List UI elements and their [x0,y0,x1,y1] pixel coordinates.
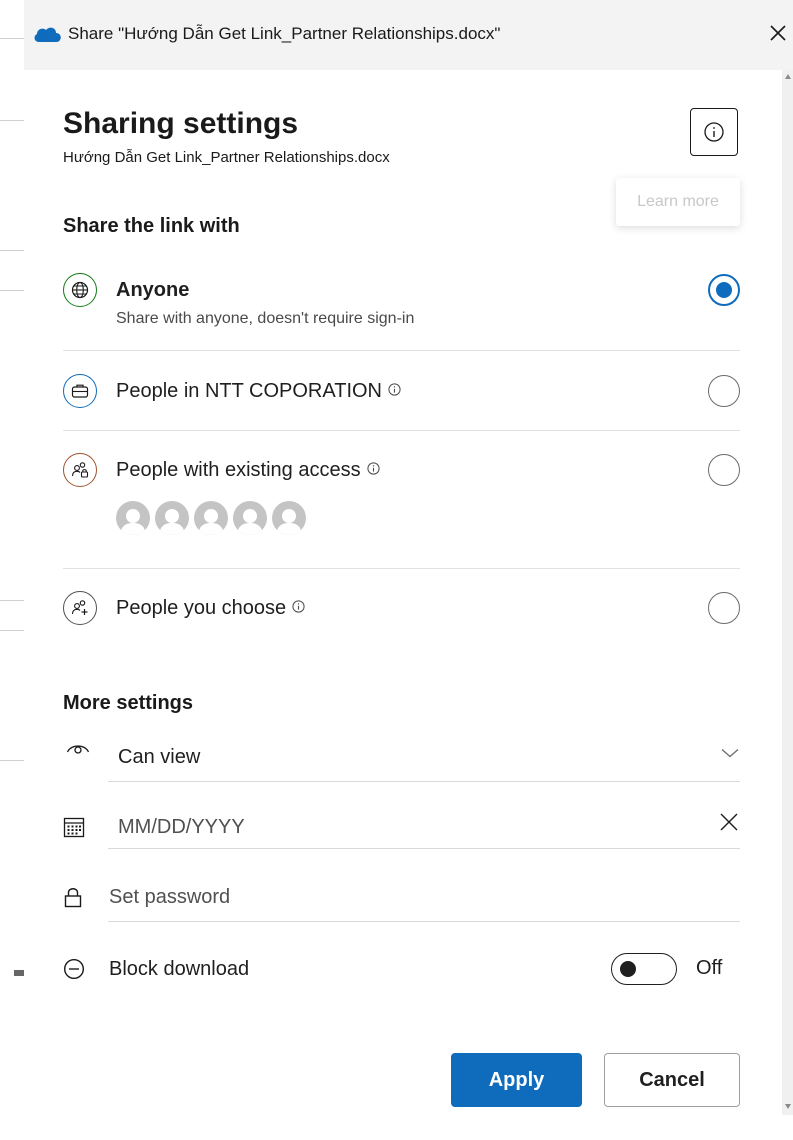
minus-circle-icon [63,958,85,980]
share-link-label: Share the link with [63,215,240,237]
bg-mark [14,970,24,976]
title-bar: Share "Hướng Dẫn Get Link_Partner Relati… [24,0,793,70]
option-organization-label: People in NTT COPORATION [116,380,382,402]
onedrive-cloud-icon [34,27,61,42]
tooltip-text: Learn more [637,193,719,210]
cancel-button[interactable]: Cancel [604,1053,740,1107]
password-placeholder: Set password [109,886,231,908]
option-anyone-title: Anyone [116,279,190,301]
avatar [194,501,228,535]
option-anyone[interactable]: Anyone Share with anyone, doesn't requir… [63,273,740,333]
scroll-up-arrow[interactable] [785,74,791,79]
radio-existing-access[interactable] [708,454,740,486]
option-organization[interactable]: People in NTT COPORATION [63,374,740,414]
expiration-date-placeholder: MM/DD/YYYY [118,816,245,838]
apply-button[interactable]: Apply [451,1053,582,1107]
background-app [0,0,25,1140]
learn-more-tooltip: Learn more [616,178,740,226]
avatar [272,501,306,535]
avatar [233,501,267,535]
dialog-content: Sharing settings Hướng Dẫn Get Link_Part… [24,70,782,1115]
lock-icon [64,888,82,908]
option-people-you-choose[interactable]: People you choose [63,591,740,631]
share-dialog: Share "Hướng Dẫn Get Link_Partner Relati… [24,0,793,1140]
window-title: Share "Hướng Dẫn Get Link_Partner Relati… [68,24,501,43]
bg-divider [0,38,24,39]
toggle-knob [620,961,636,977]
password-field[interactable]: Set password [63,874,740,922]
people-lock-icon [63,453,97,487]
option-people-you-choose-title: People you choose [116,597,305,620]
people-add-icon [63,591,97,625]
page-title: Sharing settings [63,107,299,140]
block-download-toggle[interactable] [611,953,677,985]
expiration-underline [108,848,740,849]
file-name: Hướng Dẫn Get Link_Partner Relationships… [63,149,390,166]
info-button[interactable] [690,108,738,156]
info-icon [704,122,724,142]
avatar [116,501,150,535]
radio-people-you-choose[interactable] [708,592,740,624]
close-icon[interactable] [718,811,740,833]
radio-anyone[interactable] [708,274,740,306]
block-download-label: Block download [109,958,250,980]
divider [63,430,740,431]
option-existing-access-title: People with existing access [116,459,380,482]
scrollbar[interactable] [782,70,793,1115]
close-icon[interactable] [765,20,791,46]
briefcase-icon [63,374,97,408]
scroll-down-arrow[interactable] [785,1104,791,1109]
eye-icon [66,745,90,754]
expiration-date-field[interactable]: MM/DD/YYYY [63,802,740,849]
divider [63,350,740,351]
option-organization-title: People in NTT COPORATION [116,380,401,403]
option-existing-access[interactable]: People with existing access [63,453,740,543]
bg-divider [0,630,24,631]
option-existing-access-label: People with existing access [116,459,361,481]
info-icon[interactable] [366,462,380,475]
toggle-state-label: Off [696,957,723,979]
info-icon[interactable] [292,600,305,613]
bg-divider [0,120,24,121]
divider [63,568,740,569]
bg-divider [0,250,24,251]
avatar-group [116,501,311,540]
bg-divider [0,600,24,601]
permission-dropdown[interactable]: Can view [63,733,740,782]
permission-value: Can view [118,746,201,768]
avatar [155,501,189,535]
calendar-icon [63,817,85,838]
globe-icon [63,273,97,307]
option-people-you-choose-label: People you choose [116,597,287,619]
chevron-down-icon[interactable] [721,748,739,758]
block-download-row: Block download Off [63,945,740,991]
info-icon[interactable] [388,383,401,396]
password-underline [108,921,740,922]
bg-divider [0,290,24,291]
bg-divider [0,760,24,761]
radio-organization[interactable] [708,375,740,407]
more-settings-label: More settings [63,692,194,714]
permission-underline [108,781,740,782]
option-anyone-subtitle: Share with anyone, doesn't require sign-… [116,310,415,327]
